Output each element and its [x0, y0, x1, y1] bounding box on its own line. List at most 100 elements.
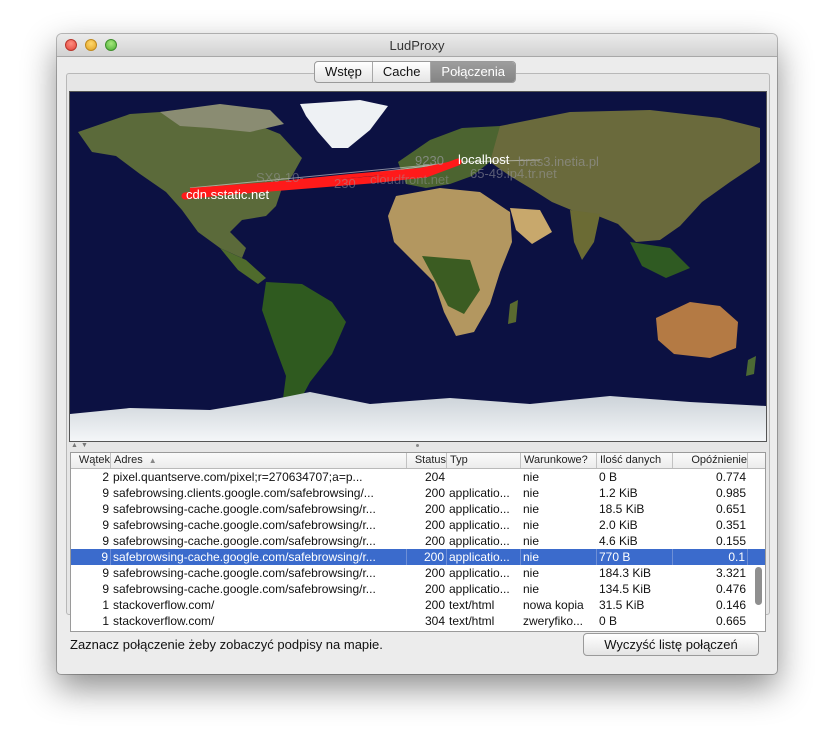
- cell-status: 304: [424, 614, 445, 628]
- ghost-label: 9230: [415, 153, 444, 168]
- cell-size: 18.5 KiB: [599, 502, 645, 516]
- world-map[interactable]: 9230 bras3.inetia.pl 65-49.ip4.tr.net SX…: [69, 91, 767, 442]
- cell-address: safebrowsing-cache.google.com/safebrowsi…: [113, 566, 376, 580]
- cell-thread: 1: [102, 598, 109, 612]
- ghost-label: 230: [334, 176, 356, 191]
- cell-address: stackoverflow.com/: [113, 614, 215, 628]
- column-header-status[interactable]: Status: [407, 453, 447, 468]
- cell-type: applicatio...: [449, 534, 510, 548]
- split-pane-divider[interactable]: ▲ ▼: [69, 442, 765, 450]
- cell-status: 204: [424, 470, 445, 484]
- cell-delay: 0.155: [715, 534, 746, 548]
- app-window: LudProxy Wstęp Cache Połączenia 9230 bra…: [57, 34, 777, 674]
- cell-delay: 3.321: [715, 566, 746, 580]
- cell-delay: 0.665: [715, 614, 746, 628]
- cell-conditional: nie: [523, 534, 540, 548]
- table-body: 2 pixel.quantserve.com/pixel;r=270634707;…: [71, 469, 765, 629]
- ghost-label: cloudfront.net: [370, 172, 449, 187]
- cell-status: 200: [424, 518, 445, 532]
- table-row[interactable]: 9 safebrowsing-cache.google.com/safebrows…: [71, 581, 765, 597]
- table-header: Wątek Adres ▲ Status Typ Warunkowe? Ilość…: [71, 453, 765, 469]
- window-title: LudProxy: [389, 38, 445, 53]
- tab-polaczenia[interactable]: Połączenia: [431, 62, 516, 82]
- cell-thread: 9: [102, 502, 109, 516]
- table-row[interactable]: 9 safebrowsing-cache.google.com/safebrows…: [71, 565, 765, 581]
- cell-status: 200: [424, 502, 445, 516]
- cell-thread: 9: [102, 518, 109, 532]
- clear-connections-button[interactable]: Wyczyść listę połączeń: [583, 633, 759, 656]
- tab-wstep[interactable]: Wstęp: [315, 62, 373, 82]
- cell-status: 200: [424, 582, 445, 596]
- column-header-size[interactable]: Ilość danych: [597, 453, 673, 468]
- hint-text: Zaznacz połączenie żeby zobaczyć podpisy…: [70, 637, 383, 652]
- cell-conditional: nie: [523, 582, 540, 596]
- column-header-address[interactable]: Adres ▲: [111, 453, 407, 468]
- cell-address: safebrowsing-cache.google.com/safebrowsi…: [113, 502, 376, 516]
- table-row-selected[interactable]: 9 safebrowsing-cache.google.com/safebrows…: [71, 549, 765, 565]
- cell-status: 200: [424, 566, 445, 580]
- tab-bar: Wstęp Cache Połączenia: [314, 61, 517, 83]
- column-header-type[interactable]: Typ: [447, 453, 521, 468]
- cdn-label: cdn.sstatic.net: [186, 187, 269, 202]
- cell-type: [447, 469, 521, 485]
- cell-address: stackoverflow.com/: [113, 598, 215, 612]
- table-row[interactable]: 1 stackoverflow.com/304 text/html zweryfiko…: [71, 613, 765, 629]
- column-header-thread[interactable]: Wątek: [71, 453, 111, 468]
- cell-thread: 2: [102, 470, 109, 484]
- cell-address: safebrowsing-cache.google.com/safebrowsi…: [113, 582, 376, 596]
- cell-address: safebrowsing-cache.google.com/safebrowsi…: [113, 518, 376, 532]
- column-header-address-label: Adres: [114, 454, 143, 466]
- world-map-canvas: 9230 bras3.inetia.pl 65-49.ip4.tr.net SX…: [70, 92, 766, 441]
- cell-thread: 9: [102, 534, 109, 548]
- table-row[interactable]: 1 stackoverflow.com/200 text/html nowa kopi…: [71, 597, 765, 613]
- cell-type: text/html: [449, 614, 495, 628]
- cell-status: 200: [407, 549, 447, 565]
- cell-conditional: nie: [523, 502, 540, 516]
- cell-delay: 0.1: [673, 549, 748, 565]
- cell-conditional: zweryfiko...: [523, 614, 584, 628]
- collapse-up-arrow-icon[interactable]: ▲: [71, 442, 78, 449]
- cell-address: safebrowsing.clients.google.com/safebrow…: [113, 486, 374, 500]
- cell-type: applicatio...: [447, 549, 521, 565]
- cell-type: applicatio...: [449, 518, 510, 532]
- cell-conditional: nie: [523, 518, 540, 532]
- cell-delay: 0.774: [715, 470, 746, 484]
- cell-type: applicatio...: [449, 566, 510, 580]
- cell-delay: 0.476: [715, 582, 746, 596]
- connections-table: Wątek Adres ▲ Status Typ Warunkowe? Ilość…: [70, 452, 766, 632]
- cell-status: 200: [424, 534, 445, 548]
- cell-address: pixel.quantserve.com/pixel;r=270634707;a…: [113, 470, 363, 484]
- cell-size: 2.0 KiB: [599, 518, 638, 532]
- cell-delay: 0.146: [715, 598, 746, 612]
- localhost-label: localhost: [458, 152, 510, 167]
- cell-conditional: nie: [523, 486, 540, 500]
- table-row[interactable]: 9 safebrowsing-cache.google.com/safebrows…: [71, 517, 765, 533]
- table-row[interactable]: 9 safebrowsing.clients.google.com/safebro…: [71, 485, 765, 501]
- tab-cache[interactable]: Cache: [373, 62, 432, 82]
- table-row[interactable]: 9 safebrowsing-cache.google.com/safebrows…: [71, 533, 765, 549]
- cell-size: 31.5 KiB: [599, 598, 645, 612]
- cell-conditional: nie: [523, 566, 540, 580]
- title-bar[interactable]: LudProxy: [57, 34, 777, 57]
- collapse-down-arrow-icon[interactable]: ▼: [81, 442, 88, 449]
- cell-thread: 9: [102, 582, 109, 596]
- table-row[interactable]: 9 safebrowsing-cache.google.com/safebrows…: [71, 501, 765, 517]
- cell-size: 770 B: [597, 549, 673, 565]
- cell-delay: 0.651: [715, 502, 746, 516]
- table-row[interactable]: 2 pixel.quantserve.com/pixel;r=270634707;…: [71, 469, 765, 485]
- cell-size: 0 B: [599, 614, 618, 628]
- cell-size: 4.6 KiB: [599, 534, 638, 548]
- cell-status: 200: [424, 486, 445, 500]
- cell-conditional: nie: [523, 470, 540, 484]
- table-scrollbar[interactable]: [755, 567, 762, 605]
- cell-size: 184.3 KiB: [599, 566, 652, 580]
- cell-size: 134.5 KiB: [599, 582, 652, 596]
- column-header-conditional[interactable]: Warunkowe?: [521, 453, 597, 468]
- cell-address: safebrowsing-cache.google.com/safebrowsi…: [111, 549, 407, 565]
- cell-thread: 9: [71, 549, 111, 565]
- cell-status: 200: [424, 598, 445, 612]
- ghost-label: SX9-10-: [256, 170, 304, 185]
- cell-type: text/html: [449, 598, 495, 612]
- column-header-delay[interactable]: Opóźnienie: [673, 453, 748, 468]
- cell-type: applicatio...: [449, 582, 510, 596]
